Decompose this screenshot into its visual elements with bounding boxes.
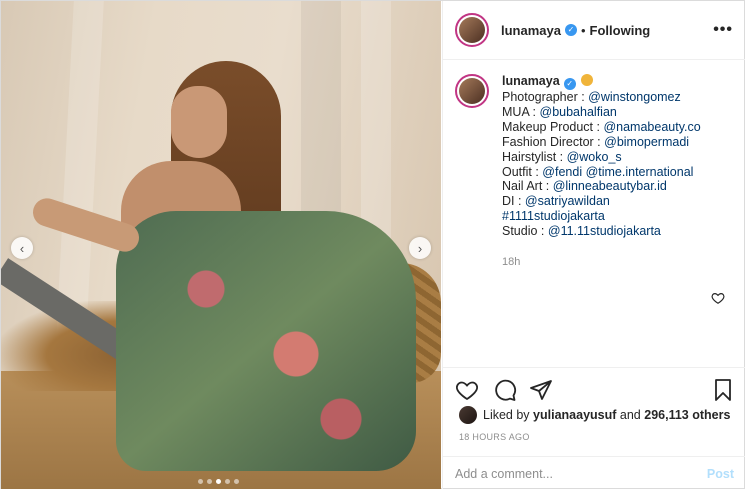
- caption-credit-label: DI :: [502, 194, 525, 209]
- separator-dot: •: [580, 22, 586, 38]
- carousel-prev-button[interactable]: ‹: [11, 237, 33, 259]
- liker-username[interactable]: yulianaayusuf: [533, 408, 616, 422]
- photo-subject-face: [171, 86, 227, 158]
- avatar[interactable]: [455, 13, 489, 47]
- caption-credit-mention[interactable]: #1111studiojakarta: [502, 209, 605, 223]
- caption-credit-label: Hairstylist :: [502, 149, 567, 164]
- caption-credit-label: Fashion Director :: [502, 134, 605, 149]
- liker-avatar[interactable]: [459, 406, 477, 424]
- following-button[interactable]: Following: [590, 23, 651, 38]
- like-heart-icon[interactable]: [455, 378, 479, 402]
- post-time-ago: 18 HOURS AGO: [459, 432, 530, 442]
- caption-credit-mention[interactable]: @bimopermadi: [604, 135, 689, 149]
- caption-credit-label: Makeup Product :: [502, 119, 604, 134]
- more-options-icon[interactable]: •••: [713, 21, 733, 39]
- caption-credit-mention[interactable]: @woko_s: [567, 150, 622, 164]
- caption-credit-line: Makeup Product : @namabeauty.co: [502, 120, 742, 135]
- caption: lunamaya ✓ Photographer : @winstongomez MU…: [455, 74, 742, 239]
- caption-credit-line: Studio : @11.11studiojakarta: [502, 224, 742, 239]
- verified-badge-icon: ✓: [564, 24, 577, 36]
- save-bookmark-icon[interactable]: [711, 378, 735, 402]
- carousel-next-button[interactable]: ›: [409, 237, 431, 259]
- chevron-left-icon: ‹: [19, 240, 25, 256]
- caption-credit-line: Photographer : @winstongomez: [502, 90, 742, 105]
- comment-bar: Post: [443, 456, 745, 489]
- chevron-right-icon: ›: [417, 240, 423, 256]
- likes-prefix: Liked by: [483, 408, 530, 422]
- caption-credit-mention[interactable]: @satriyawildan: [525, 194, 610, 208]
- post-side-panel: lunamaya ✓ • Following ••• lunamaya ✓ Pho…: [442, 1, 745, 489]
- likes-count[interactable]: 296,113 others: [644, 408, 730, 422]
- caption-credits: Photographer : @winstongomez MUA : @bubah…: [502, 90, 742, 239]
- caption-credit-mention[interactable]: @11.11studiojakarta: [548, 224, 661, 238]
- caption-credit-mention[interactable]: @fendi @time.international: [542, 165, 693, 179]
- caption-credit-line: Nail Art : @linneabeautybar.id: [502, 179, 742, 194]
- caption-credit-line: Hairstylist : @woko_s: [502, 150, 742, 165]
- verified-badge-icon: ✓: [563, 78, 576, 90]
- caption-like-heart-icon[interactable]: [711, 291, 725, 305]
- caption-header-line: lunamaya ✓: [502, 74, 742, 90]
- caption-credit-label: MUA :: [502, 104, 540, 119]
- photo-subject-dress: [116, 211, 416, 471]
- caption-credit-label: Nail Art :: [502, 179, 553, 194]
- post-photo[interactable]: ‹ ›: [1, 1, 441, 489]
- caption-credit-line: Outfit : @fendi @time.international: [502, 165, 742, 180]
- carousel-dot: [225, 479, 230, 484]
- caption-credit-line: Fashion Director : @bimopermadi: [502, 135, 742, 150]
- caption-credit-label: Photographer :: [502, 90, 589, 104]
- caption-credit-line: MUA : @bubahalfian: [502, 105, 742, 120]
- caption-credit-mention[interactable]: @bubahalfian: [540, 105, 617, 119]
- likes-middle: and: [619, 408, 641, 422]
- caption-credit-label: Studio :: [502, 224, 548, 239]
- header-username[interactable]: lunamaya: [501, 23, 561, 38]
- carousel-indicator: [198, 479, 239, 484]
- comment-input[interactable]: [455, 466, 707, 481]
- carousel-dot: [234, 479, 239, 484]
- caption-credit-line: #1111studiojakarta: [502, 209, 742, 224]
- caption-text: lunamaya ✓ Photographer : @winstongomez MU…: [502, 74, 742, 239]
- caption-credit-mention[interactable]: @namabeauty.co: [603, 120, 700, 134]
- caption-username[interactable]: lunamaya: [502, 74, 560, 88]
- caption-credit-mention[interactable]: @winstongomez: [588, 90, 681, 104]
- caption-avatar[interactable]: [455, 74, 489, 108]
- post-comment-button[interactable]: Post: [707, 467, 734, 481]
- instagram-post-window: ‹ › lunamaya ✓ • Following ••• lunamaya ✓…: [0, 0, 745, 489]
- crescent-moon-emoji-icon: [581, 74, 594, 86]
- caption-credit-label: Outfit :: [502, 164, 543, 179]
- caption-credit-line: DI : @satriyawildan: [502, 194, 742, 209]
- share-paper-plane-icon[interactable]: [529, 378, 553, 402]
- carousel-dot: [216, 479, 221, 484]
- carousel-dot: [198, 479, 203, 484]
- post-header: lunamaya ✓ • Following •••: [443, 1, 745, 60]
- caption-credit-mention[interactable]: @linneabeautybar.id: [553, 179, 667, 193]
- likes-summary: Liked by yulianaayusuf and 296,113 other…: [459, 406, 730, 424]
- caption-timestamp: 18h: [502, 256, 521, 268]
- carousel-dot: [207, 479, 212, 484]
- action-bar: [443, 367, 745, 407]
- comment-bubble-icon[interactable]: [493, 378, 517, 402]
